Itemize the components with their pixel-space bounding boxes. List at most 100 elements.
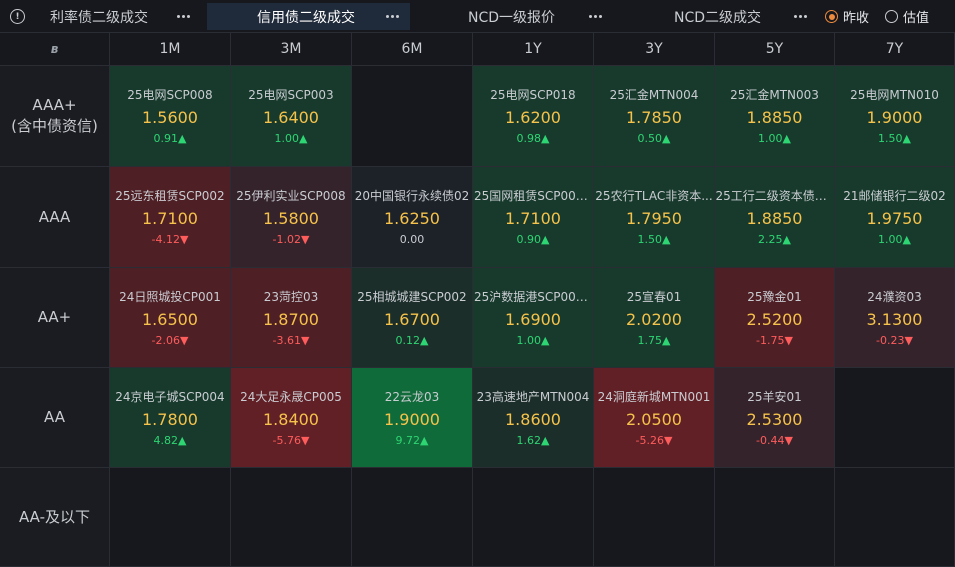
bond-name: 20中国银行永续债02 — [354, 189, 470, 203]
bond-name: 25伊利实业SCP008 — [236, 189, 346, 203]
bond-quote-cell[interactable]: 23高速地产MTN004 1.8600 1.62▲ — [473, 368, 594, 468]
yield-change: 9.72▲ — [395, 434, 429, 447]
bond-quote-cell[interactable]: 25沪数据港SCP002... 1.6900 1.00▲ — [473, 268, 594, 368]
bond-yield: 1.8850 — [746, 209, 803, 228]
bond-name: 24京电子城SCP004 — [115, 390, 225, 404]
bond-yield: 1.6250 — [384, 209, 440, 228]
yield-change: 4.82▲ — [153, 434, 187, 447]
row-header-rating: AAA — [0, 167, 110, 268]
bond-yield: 1.7850 — [626, 108, 682, 127]
tab-ncd-primary-quote[interactable]: NCD一级报价 — [468, 3, 555, 30]
bond-quote-cell[interactable]: 22云龙03 1.9000 9.72▲ — [352, 368, 473, 468]
yield-change: 1.62▲ — [516, 434, 550, 447]
column-header: 7Y — [835, 33, 955, 66]
row-header-rating: AA+ — [0, 268, 110, 368]
tab-rate-bond-secondary[interactable]: 利率债二级成交 — [50, 3, 148, 30]
bond-quote-cell[interactable]: 25汇金MTN003 1.8850 1.00▲ — [715, 66, 835, 167]
yield-change: -0.44▼ — [756, 434, 793, 447]
bond-quote-cell[interactable]: 25电网MTN010 1.9000 1.50▲ — [835, 66, 955, 167]
bond-name: 25电网SCP003 — [248, 88, 334, 102]
yield-change: -1.02▼ — [272, 233, 310, 246]
bond-quote-cell[interactable]: 24大足永晟CP005 1.8400 -5.76▼ — [231, 368, 352, 468]
radio-valuation[interactable]: 估值 — [885, 7, 929, 26]
bond-quote-cell[interactable]: 20中国银行永续债02 1.6250 0.00 — [352, 167, 473, 268]
yield-change: 1.00▲ — [758, 132, 791, 145]
bond-quote-cell[interactable]: 25国网租赁SCP007... 1.7100 0.90▲ — [473, 167, 594, 268]
bond-quote-cell[interactable]: 25羊安01 2.5300 -0.44▼ — [715, 368, 835, 468]
bond-name: 25汇金MTN003 — [730, 88, 819, 102]
column-header: 6M — [352, 33, 473, 66]
bond-quote-cell[interactable]: 25远东租赁SCP002 1.7100 -4.12▼ — [110, 167, 231, 268]
radio-label: 昨收 — [843, 11, 870, 26]
bond-name: 24日照城投CP001 — [119, 290, 221, 304]
more-icon[interactable] — [586, 8, 604, 24]
yield-change: -5.26▼ — [635, 434, 673, 447]
bond-quote-cell[interactable]: 24洞庭新城MTN001 2.0500 -5.26▼ — [594, 368, 715, 468]
bond-quote-cell[interactable]: 25工行二级资本债0... 1.8850 2.25▲ — [715, 167, 835, 268]
yield-change: 2.25▲ — [758, 233, 791, 246]
tab-label: 信用债二级成交 — [257, 9, 355, 26]
bond-name: 25羊安01 — [747, 390, 802, 404]
bond-name: 22云龙03 — [384, 390, 440, 404]
bond-name: 25汇金MTN004 — [609, 88, 699, 102]
tab-ncd-secondary[interactable]: NCD二级成交 — [674, 3, 761, 30]
bond-quote-cell[interactable]: 24濮资03 3.1300 -0.23▼ — [835, 268, 955, 368]
bond-yield: 1.7100 — [142, 209, 198, 228]
info-icon[interactable]: ! — [10, 9, 25, 24]
bond-quote-cell[interactable]: 25农行TLAC非资本... 1.7950 1.50▲ — [594, 167, 715, 268]
radio-label: 估值 — [903, 11, 930, 26]
bond-quote-cell[interactable]: 21邮储银行二级02 1.9750 1.00▲ — [835, 167, 955, 268]
more-icon[interactable] — [791, 8, 809, 24]
radio-checked-icon — [825, 10, 838, 23]
yield-change: 1.00▲ — [274, 132, 308, 145]
bond-quote-cell[interactable]: 25豫金01 2.5200 -1.75▼ — [715, 268, 835, 368]
bond-yield: 2.0200 — [626, 310, 682, 329]
yield-change: -5.76▼ — [272, 434, 310, 447]
bond-quote-cell[interactable]: 25电网SCP008 1.5600 0.91▲ — [110, 66, 231, 167]
tab-credit-bond-secondary[interactable]: 信用债二级成交 — [207, 3, 410, 30]
more-icon[interactable] — [383, 8, 401, 24]
bond-quote-cell[interactable]: 25伊利实业SCP008 1.5800 -1.02▼ — [231, 167, 352, 268]
more-icon[interactable] — [174, 8, 192, 24]
bond-name: 25豫金01 — [747, 290, 802, 304]
empty-cell — [110, 468, 231, 567]
bond-quote-cell[interactable]: 24京电子城SCP004 1.7800 4.82▲ — [110, 368, 231, 468]
empty-cell — [715, 468, 835, 567]
empty-cell — [352, 468, 473, 567]
bond-yield: 1.9750 — [866, 209, 923, 228]
yield-change: 0.12▲ — [395, 334, 429, 347]
bond-yield: 2.5200 — [746, 310, 803, 329]
bond-yield: 1.9000 — [866, 108, 923, 127]
bond-quote-cell[interactable]: 25汇金MTN004 1.7850 0.50▲ — [594, 66, 715, 167]
radio-unchecked-icon — [885, 10, 898, 23]
bond-quote-cell[interactable]: 23菏控03 1.8700 -3.61▼ — [231, 268, 352, 368]
bond-name: 21邮储银行二级02 — [843, 189, 946, 203]
rating-label: AA — [44, 408, 65, 426]
bond-name: 25国网租赁SCP007... — [474, 189, 592, 203]
bond-name: 25电网MTN010 — [850, 88, 939, 102]
bond-quote-cell[interactable]: 25电网SCP003 1.6400 1.00▲ — [231, 66, 352, 167]
tab-label: 利率债二级成交 — [50, 9, 148, 26]
bond-quote-cell[interactable]: 25宣春01 2.0200 1.75▲ — [594, 268, 715, 368]
bond-quote-cell[interactable]: 25相城城建SCP002 1.6700 0.12▲ — [352, 268, 473, 368]
empty-cell — [231, 468, 352, 567]
empty-cell — [835, 468, 955, 567]
brand-logo-icon: ʙ — [50, 42, 59, 56]
radio-prev-close[interactable]: 昨收 — [825, 7, 869, 26]
row-header-rating: AAA+ (含中债资信) — [0, 66, 110, 167]
yield-change: 0.91▲ — [153, 132, 187, 145]
bond-yield: 1.8600 — [505, 410, 561, 429]
yield-change: 1.75▲ — [637, 334, 671, 347]
bond-name: 24洞庭新城MTN001 — [597, 390, 711, 404]
bond-quote-cell[interactable]: 25电网SCP018 1.6200 0.98▲ — [473, 66, 594, 167]
bond-yield: 1.6500 — [142, 310, 198, 329]
empty-cell — [835, 368, 955, 468]
bond-yield: 3.1300 — [866, 310, 923, 329]
column-header: 5Y — [715, 33, 835, 66]
yield-change: -3.61▼ — [272, 334, 310, 347]
bond-quote-cell[interactable]: 24日照城投CP001 1.6500 -2.06▼ — [110, 268, 231, 368]
rating-tenor-grid: ʙ 1M 3M 6M 1Y 3Y 5Y 7Y AAA+ (含中债资信) 25电网SCP008 1.5… — [0, 33, 955, 567]
empty-cell — [594, 468, 715, 567]
empty-cell — [352, 66, 473, 167]
column-header: 3Y — [594, 33, 715, 66]
